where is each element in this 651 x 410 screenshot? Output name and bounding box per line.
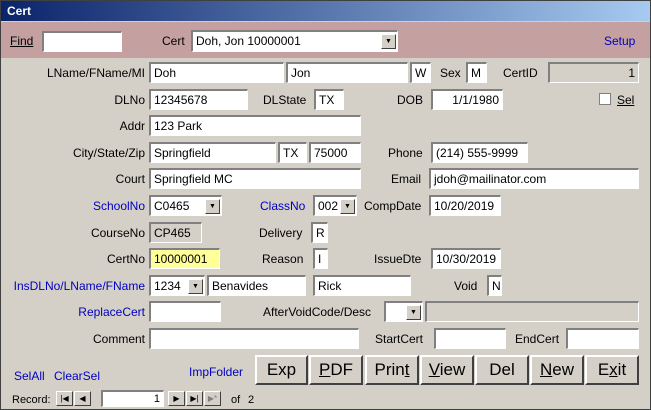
fname-field[interactable]: Jon	[286, 62, 408, 83]
sex-field[interactable]: M	[466, 62, 487, 83]
phone-label: Phone	[388, 146, 423, 160]
print-button[interactable]: Print	[365, 355, 419, 385]
find-label: Find	[10, 34, 34, 48]
reason-label: Reason	[262, 252, 304, 266]
city-field[interactable]: Springfield	[149, 142, 276, 163]
selall-link[interactable]: SelAll	[14, 369, 45, 383]
chevron-down-icon[interactable]: ▼	[406, 305, 421, 320]
dob-field[interactable]: 1/1/1980	[431, 89, 503, 110]
city-state-zip-label: City/State/Zip	[72, 146, 145, 160]
issuedte-field[interactable]: 10/30/2019	[431, 248, 501, 269]
dob-label: DOB	[397, 93, 424, 107]
record-label: Record:	[12, 394, 51, 406]
chevron-down-icon[interactable]: ▼	[381, 34, 396, 49]
aftervoid-code-combo[interactable]: ▼	[384, 301, 423, 322]
compdate-label: CompDate	[364, 199, 422, 213]
chevron-down-icon[interactable]: ▼	[188, 279, 203, 294]
classno-value: 002	[318, 199, 339, 213]
ins-label[interactable]: InsDLNo/LName/FName	[1, 279, 145, 293]
startcert-label: StartCert	[375, 332, 424, 346]
del-button[interactable]: Del	[475, 355, 529, 385]
view-button[interactable]: View	[420, 355, 474, 385]
void-field[interactable]: N	[487, 275, 502, 296]
classno-combo[interactable]: 002 ▼	[313, 195, 357, 216]
state-field[interactable]: TX	[278, 142, 307, 163]
comment-label: Comment	[92, 332, 145, 346]
aftervoid-desc-field	[425, 301, 639, 322]
email-label: Email	[391, 172, 422, 186]
dlstate-label: DLState	[263, 93, 307, 107]
void-label: Void	[454, 279, 478, 293]
window-title: Cert	[7, 4, 32, 18]
classno-label[interactable]: ClassNo	[260, 199, 305, 213]
compdate-field[interactable]: 10/20/2019	[429, 195, 501, 216]
last-record-icon[interactable]: ▶|	[186, 391, 203, 406]
chevron-down-icon[interactable]: ▼	[205, 199, 220, 214]
impfolder-link[interactable]: ImpFolder	[189, 365, 243, 379]
pdf-button[interactable]: PDF	[309, 355, 363, 385]
chevron-down-icon[interactable]: ▼	[340, 199, 355, 214]
cert-label: Cert	[162, 34, 185, 48]
delivery-field[interactable]: R	[311, 222, 328, 243]
mi-field[interactable]: W	[410, 62, 431, 83]
sel-label: Sel	[617, 93, 635, 107]
phone-field[interactable]: (214) 555-9999	[431, 142, 528, 163]
schoolno-label[interactable]: SchoolNo	[1, 199, 145, 213]
record-navigator: Record: |◀ ◀ 1 ▶ ▶| ▶* of 2	[1, 389, 650, 409]
email-field[interactable]: jdoh@mailinator.com	[429, 168, 639, 189]
record-of-label: of	[231, 394, 241, 406]
next-record-icon[interactable]: ▶	[168, 391, 185, 406]
courseno-field: CP465	[149, 222, 202, 243]
lname-field[interactable]: Doh	[149, 62, 284, 83]
exp-button[interactable]: Exp	[255, 355, 308, 385]
new-record-icon[interactable]: ▶*	[204, 391, 221, 406]
ins-lname-field[interactable]: Benavides	[207, 275, 306, 296]
record-number-field[interactable]: 1	[101, 390, 164, 407]
dlno-label: DLNo	[114, 93, 145, 107]
cert-combo-value: Doh, Jon 10000001	[196, 34, 301, 48]
dlstate-field[interactable]: TX	[314, 89, 344, 110]
find-input[interactable]	[42, 31, 122, 52]
new-button[interactable]: New	[530, 355, 584, 385]
courseno-label: CourseNo	[90, 226, 145, 240]
exit-button[interactable]: Exit	[585, 355, 639, 385]
certid-field: 1	[548, 62, 639, 83]
record-total: 2	[248, 394, 255, 406]
issuedte-label: IssueDte	[374, 252, 422, 266]
schoolno-value: C0465	[154, 199, 190, 213]
ins-fname-field[interactable]: Rick	[313, 275, 411, 296]
sex-label: Sex	[440, 66, 461, 80]
first-record-icon[interactable]: |◀	[56, 391, 73, 406]
replacecert-field[interactable]	[149, 301, 221, 322]
delivery-label: Delivery	[259, 226, 303, 240]
clearsel-link[interactable]: ClearSel	[54, 369, 100, 383]
court-label: Court	[115, 172, 145, 186]
zip-field[interactable]: 75000	[309, 142, 361, 163]
cert-combo[interactable]: Doh, Jon 10000001 ▼	[191, 30, 398, 52]
ins-dlno-combo[interactable]: 1234 ▼	[149, 275, 205, 296]
certno-field[interactable]: 10000001	[149, 248, 220, 269]
header-bar: Find Cert Doh, Jon 10000001 ▼ Setup	[1, 22, 650, 58]
addr-field[interactable]: 123 Park	[149, 115, 361, 136]
addr-label: Addr	[119, 119, 145, 133]
replacecert-label[interactable]: ReplaceCert	[1, 305, 145, 319]
endcert-label: EndCert	[515, 332, 560, 346]
cert-window: Cert Find Cert Doh, Jon 10000001 ▼ Setup…	[0, 0, 651, 410]
dlno-field[interactable]: 12345678	[149, 89, 248, 110]
ins-dlno-value: 1234	[154, 279, 181, 293]
name-label: LName/FName/MI	[46, 66, 145, 80]
reason-field[interactable]: I	[313, 248, 328, 269]
setup-link[interactable]: Setup	[604, 34, 635, 48]
title-bar: Cert	[1, 1, 650, 21]
certid-label: CertID	[503, 66, 538, 80]
schoolno-combo[interactable]: C0465 ▼	[149, 195, 222, 216]
startcert-field[interactable]	[434, 328, 506, 349]
endcert-field[interactable]	[566, 328, 639, 349]
court-field[interactable]: Springfield MC	[149, 168, 361, 189]
aftervoid-label: AfterVoidCode/Desc	[263, 305, 372, 319]
sel-checkbox[interactable]	[599, 93, 611, 105]
certno-label: CertNo	[106, 252, 145, 266]
prev-record-icon[interactable]: ◀	[74, 391, 91, 406]
comment-field[interactable]	[149, 328, 359, 349]
